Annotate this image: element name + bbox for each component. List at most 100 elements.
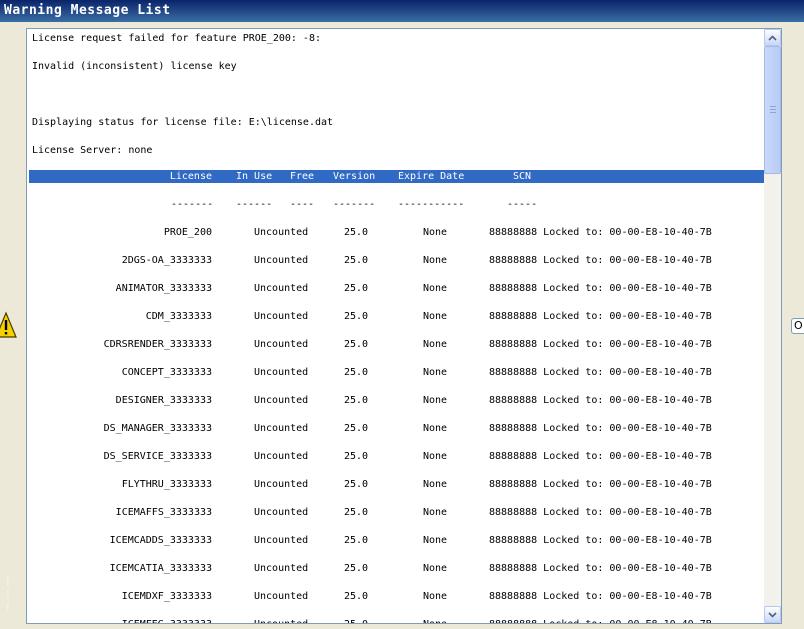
- license-name: DESIGNER_3333333: [115, 395, 212, 406]
- scn-cell: 88888888 Locked to: 00-00-E8-10-40-7B: [489, 618, 712, 623]
- version-cell: 25.0: [344, 507, 369, 518]
- thumb-grip: [770, 109, 776, 110]
- thumb-grip: [770, 106, 776, 107]
- expire-date-cell: None: [423, 423, 448, 434]
- expire-date-cell: None: [423, 367, 448, 378]
- scn-cell: 88888888 Locked to: 00-00-E8-10-40-7B: [489, 591, 712, 602]
- header-divider: -------: [333, 199, 376, 210]
- arrow-down-icon: [768, 611, 777, 618]
- thumb-grip: [770, 112, 776, 113]
- table-row: CONCEPT_3333333 Uncounted 25.0 None 88888888…: [27, 366, 764, 380]
- scroll-up-button[interactable]: [764, 29, 781, 46]
- version-cell: 25.0: [344, 283, 369, 294]
- scn-cell: 88888888 Locked to: 00-00-E8-10-40-7B: [489, 479, 712, 490]
- table-row: ICEMCADDS_3333333 Uncounted 25.0 None 888888…: [27, 534, 764, 548]
- in-use-cell: Uncounted: [254, 395, 309, 406]
- vertical-scrollbar[interactable]: [764, 29, 781, 623]
- in-use-cell: Uncounted: [254, 563, 309, 574]
- in-use-cell: Uncounted: [254, 423, 309, 434]
- scn-cell: 88888888 Locked to: 00-00-E8-10-40-7B: [489, 227, 712, 238]
- message-line: License Server: none: [32, 145, 153, 156]
- scn-cell: 88888888 Locked to: 00-00-E8-10-40-7B: [489, 563, 712, 574]
- column-header-version: Version: [333, 171, 376, 182]
- in-use-cell: Uncounted: [254, 367, 309, 378]
- table-row: ICEMCATIA_3333333 Uncounted 25.0 None 888888…: [27, 562, 764, 576]
- title-bar: Warning Message List: [0, 0, 804, 22]
- in-use-cell: Uncounted: [254, 227, 309, 238]
- scn-cell: 88888888 Locked to: 00-00-E8-10-40-7B: [489, 339, 712, 350]
- expire-date-cell: None: [423, 395, 448, 406]
- license-name: ICEMCATIA_3333333: [109, 563, 212, 574]
- license-name: ANIMATOR_3333333: [115, 283, 212, 294]
- scroll-down-button[interactable]: [764, 606, 781, 623]
- version-cell: 25.0: [344, 618, 368, 623]
- warning-icon: [0, 311, 17, 338]
- scroll-thumb[interactable]: [764, 46, 781, 174]
- table-row: CDRSRENDER_3333333 Uncounted 25.0 None 88888…: [27, 338, 764, 352]
- in-use-cell: Uncounted: [254, 618, 308, 623]
- expire-date-cell: None: [423, 618, 447, 623]
- table-row: DS_SERVICE_3333333 Uncounted 25.0 None 88888…: [27, 450, 764, 464]
- license-name: FLYTHRU_3333333: [121, 479, 212, 490]
- license-name: DS_MANAGER_3333333: [103, 423, 212, 434]
- table-row: ICEMFEG_3333333 Uncounted 25.0 None 88888888…: [27, 618, 764, 623]
- message-line: License request failed for feature PROE_…: [32, 33, 321, 44]
- side-decoration: ⁝ ⁝ ⁝: [6, 574, 10, 614]
- table-row: PROE_200 Uncounted 25.0 None 88888888 Locked…: [27, 226, 764, 240]
- version-cell: 25.0: [344, 563, 369, 574]
- scn-cell: 88888888 Locked to: 00-00-E8-10-40-7B: [489, 507, 712, 518]
- expire-date-cell: None: [423, 339, 448, 350]
- table-row: ANIMATOR_3333333 Uncounted 25.0 None 8888888…: [27, 282, 764, 296]
- version-cell: 25.0: [344, 395, 369, 406]
- in-use-cell: Uncounted: [254, 591, 309, 602]
- version-cell: 25.0: [344, 227, 369, 238]
- in-use-cell: Uncounted: [254, 339, 309, 350]
- scn-cell: 88888888 Locked to: 00-00-E8-10-40-7B: [489, 423, 712, 434]
- version-cell: 25.0: [344, 423, 369, 434]
- in-use-cell: Uncounted: [254, 479, 309, 490]
- version-cell: 25.0: [344, 535, 369, 546]
- message-line: Displaying status for license file: E:\l…: [32, 117, 334, 128]
- column-header-in-use: In Use: [236, 171, 273, 182]
- expire-date-cell: None: [423, 451, 448, 462]
- table-row: ICEMAFFS_3333333 Uncounted 25.0 None 8888888…: [27, 506, 764, 520]
- scn-cell: 88888888 Locked to: 00-00-E8-10-40-7B: [489, 283, 712, 294]
- scn-cell: 88888888 Locked to: 00-00-E8-10-40-7B: [489, 311, 712, 322]
- expire-date-cell: None: [423, 255, 448, 266]
- license-name: CDRSRENDER_3333333: [103, 339, 212, 350]
- in-use-cell: Uncounted: [254, 311, 309, 322]
- in-use-cell: Uncounted: [254, 507, 309, 518]
- table-row: ICEMDXF_3333333 Uncounted 25.0 None 88888888…: [27, 590, 764, 604]
- scn-cell: 88888888 Locked to: 00-00-E8-10-40-7B: [489, 367, 712, 378]
- license-name: CDM_3333333: [145, 311, 212, 322]
- table-row: 2DGS-OA_3333333 Uncounted 25.0 None 88888888…: [27, 254, 764, 268]
- message-list[interactable]: License request failed for feature PROE_…: [26, 28, 782, 624]
- expire-date-cell: None: [423, 535, 448, 546]
- in-use-cell: Uncounted: [254, 535, 309, 546]
- expire-date-cell: None: [423, 311, 448, 322]
- version-cell: 25.0: [344, 311, 369, 322]
- column-header-license: License: [169, 171, 212, 182]
- header-divider: ----: [290, 199, 315, 210]
- version-cell: 25.0: [344, 591, 369, 602]
- header-divider: -----------: [398, 199, 465, 210]
- header-divider: ------: [236, 199, 273, 210]
- version-cell: 25.0: [344, 479, 369, 490]
- arrow-up-icon: [768, 34, 777, 41]
- side-button[interactable]: O: [791, 318, 804, 334]
- license-name: ICEMFEG_3333333: [32, 618, 212, 623]
- in-use-cell: Uncounted: [254, 255, 309, 266]
- message-line: Invalid (inconsistent) license key: [32, 61, 237, 72]
- expire-date-cell: None: [423, 283, 448, 294]
- expire-date-cell: None: [423, 507, 448, 518]
- window-title: Warning Message List: [4, 3, 171, 18]
- license-name: CONCEPT_3333333: [121, 367, 212, 378]
- table-row: FLYTHRU_3333333 Uncounted 25.0 None 88888888…: [27, 478, 764, 492]
- header-divider: -------: [171, 199, 214, 210]
- column-header-expire-date: Expire Date: [398, 171, 465, 182]
- license-name: ICEMDXF_3333333: [121, 591, 212, 602]
- version-cell: 25.0: [344, 255, 369, 266]
- expire-date-cell: None: [423, 227, 448, 238]
- license-name: ICEMAFFS_3333333: [115, 507, 212, 518]
- table-row: DESIGNER_3333333 Uncounted 25.0 None 8888888…: [27, 394, 764, 408]
